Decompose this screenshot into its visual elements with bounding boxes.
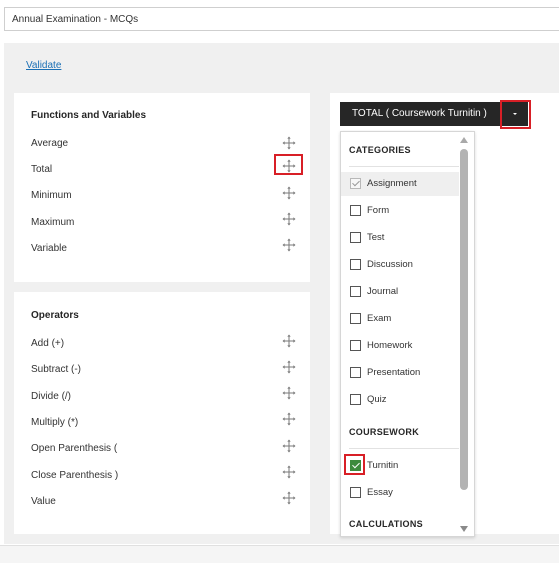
checkbox-assignment[interactable] <box>350 178 361 189</box>
option-form[interactable]: Form <box>341 199 459 223</box>
operators-heading: Operators <box>31 310 79 321</box>
operators-panel <box>14 292 310 534</box>
function-variable-label: Variable <box>31 243 67 254</box>
move-arrows-icon[interactable] <box>282 136 296 150</box>
move-arrows-icon[interactable] <box>282 238 296 252</box>
checkmark-icon <box>352 178 360 187</box>
move-arrows-icon[interactable] <box>282 360 296 374</box>
option-essay[interactable]: Essay <box>341 481 459 505</box>
option-label: Essay <box>367 487 393 498</box>
function-maximum-label: Maximum <box>31 217 75 228</box>
option-label: Exam <box>367 313 392 324</box>
move-arrows-icon[interactable] <box>282 186 296 200</box>
checkbox-discussion[interactable] <box>350 259 361 270</box>
categories-section-heading: CATEGORIES <box>349 145 411 155</box>
operator-open-paren-label: Open Parenthesis ( <box>31 443 118 454</box>
move-arrows-icon[interactable] <box>282 334 296 348</box>
option-homework[interactable]: Homework <box>341 334 459 358</box>
section-divider <box>349 166 459 167</box>
bottom-bar <box>0 545 559 563</box>
operator-close-paren-label: Close Parenthesis ) <box>31 470 119 481</box>
operator-value-label: Value <box>31 496 56 507</box>
option-label: Discussion <box>367 259 413 270</box>
option-label: Assignment <box>367 178 417 189</box>
scroll-down-arrow-icon[interactable] <box>460 526 468 532</box>
option-test[interactable]: Test <box>341 226 459 250</box>
highlight-total-handle <box>274 154 303 175</box>
option-discussion[interactable]: Discussion <box>341 253 459 277</box>
option-label: Homework <box>367 340 413 351</box>
checkbox-exam[interactable] <box>350 313 361 324</box>
highlight-turnitin-checkbox <box>344 454 365 475</box>
move-arrows-icon[interactable] <box>282 212 296 226</box>
move-arrows-icon[interactable] <box>282 386 296 400</box>
assessment-title-field[interactable]: Annual Examination - MCQs <box>4 7 559 31</box>
option-label: Journal <box>367 286 399 297</box>
option-assignment[interactable]: Assignment <box>341 172 459 196</box>
option-label: Presentation <box>367 367 421 378</box>
category-dropdown-menu[interactable]: CATEGORIES Assignment Form Test Discussi… <box>340 131 475 537</box>
checkbox-form[interactable] <box>350 205 361 216</box>
checkbox-quiz[interactable] <box>350 394 361 405</box>
move-arrows-icon[interactable] <box>282 439 296 453</box>
section-divider <box>349 448 459 449</box>
option-exam[interactable]: Exam <box>341 307 459 331</box>
move-arrows-icon[interactable] <box>282 465 296 479</box>
option-journal[interactable]: Journal <box>341 280 459 304</box>
functions-variables-heading: Functions and Variables <box>31 110 147 121</box>
option-label: Form <box>367 205 390 216</box>
checkbox-essay[interactable] <box>350 487 361 498</box>
scroll-up-arrow-icon[interactable] <box>460 137 468 143</box>
option-label: Test <box>367 232 385 243</box>
operator-multiply-label: Multiply (*) <box>31 417 79 428</box>
highlight-dropdown-toggle <box>500 100 531 129</box>
option-presentation[interactable]: Presentation <box>341 361 459 385</box>
checkbox-journal[interactable] <box>350 286 361 297</box>
option-label: Turnitin <box>367 460 399 471</box>
operator-add-label: Add (+) <box>31 338 65 349</box>
coursework-section-heading: COURSEWORK <box>349 427 419 437</box>
function-minimum-label: Minimum <box>31 190 72 201</box>
move-arrows-icon[interactable] <box>282 491 296 505</box>
option-quiz[interactable]: Quiz <box>341 388 459 412</box>
option-label: Quiz <box>367 394 387 405</box>
calculations-section-heading: CALCULATIONS <box>349 519 423 529</box>
checkbox-presentation[interactable] <box>350 367 361 378</box>
checkbox-homework[interactable] <box>350 340 361 351</box>
function-average-label: Average <box>31 138 69 149</box>
checkbox-test[interactable] <box>350 232 361 243</box>
operator-divide-label: Divide (/) <box>31 391 72 402</box>
validate-link[interactable]: Validate <box>26 60 61 71</box>
operator-subtract-label: Subtract (-) <box>31 364 82 375</box>
move-arrows-icon[interactable] <box>282 412 296 426</box>
scrollbar-thumb[interactable] <box>460 149 468 490</box>
formula-function-button[interactable]: TOTAL ( Coursework Turnitin ) <box>340 102 502 126</box>
function-total-label: Total <box>31 164 53 175</box>
